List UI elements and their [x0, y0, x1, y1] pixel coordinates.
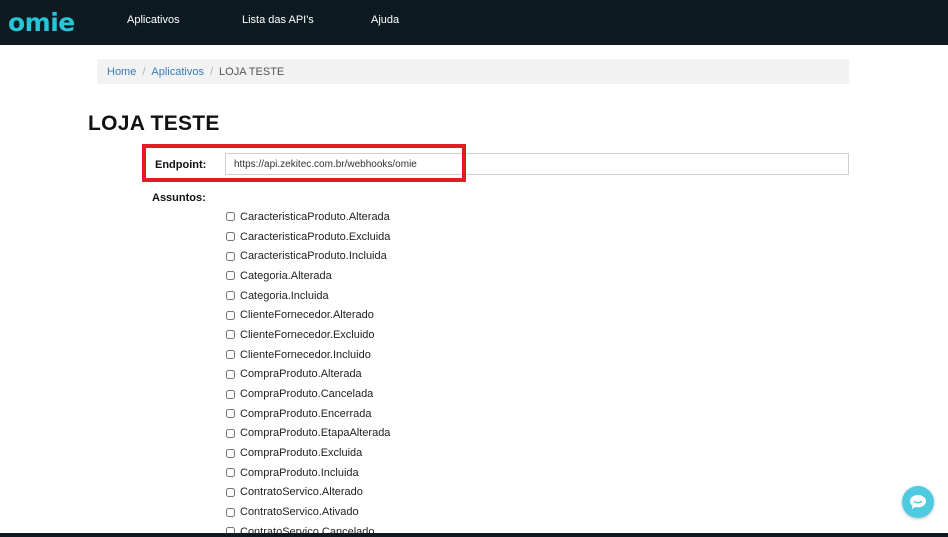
subject-checkbox[interactable]: [226, 487, 235, 497]
subject-checkbox[interactable]: [226, 507, 235, 517]
top-navbar: omie Aplicativos Lista das API's Ajuda: [0, 0, 948, 45]
subject-item[interactable]: ContratoServico.Ativado: [226, 502, 726, 522]
subject-label: CompraProduto.Encerrada: [240, 407, 372, 420]
subject-checkbox[interactable]: [226, 369, 235, 379]
assuntos-label: Assuntos:: [152, 192, 206, 204]
breadcrumb-current: LOJA TESTE: [219, 65, 285, 78]
subject-item[interactable]: ClienteFornecedor.Alterado: [226, 305, 726, 325]
omie-logo[interactable]: omie: [8, 8, 75, 37]
subject-label: CaracteristicaProduto.Alterada: [240, 210, 390, 223]
subject-label: ContratoServico.Ativado: [240, 506, 359, 519]
subject-checkbox[interactable]: [226, 428, 235, 438]
subject-list: CaracteristicaProduto.Alterada Caracteris…: [226, 207, 726, 533]
subject-label: ClienteFornecedor.Excluido: [240, 328, 375, 341]
subject-checkbox[interactable]: [226, 271, 235, 281]
subject-item[interactable]: Categoria.Alterada: [226, 266, 726, 286]
subject-label: Categoria.Alterada: [240, 269, 332, 282]
subject-label: CaracteristicaProduto.Excluida: [240, 230, 391, 243]
subject-checkbox[interactable]: [226, 232, 235, 242]
subject-checkbox[interactable]: [226, 212, 235, 222]
breadcrumb-aplicativos-link[interactable]: Aplicativos: [151, 66, 204, 78]
breadcrumb-separator: /: [142, 65, 146, 78]
subject-label: CompraProduto.EtapaAlterada: [240, 427, 391, 440]
subject-item[interactable]: CaracteristicaProduto.Excluida: [226, 227, 726, 247]
subject-item[interactable]: ContratoServico.Alterado: [226, 483, 726, 503]
subject-item[interactable]: CompraProduto.Alterada: [226, 365, 726, 385]
subject-item[interactable]: ClienteFornecedor.Incluido: [226, 345, 726, 365]
chat-button[interactable]: [902, 486, 934, 518]
breadcrumb-separator: /: [209, 65, 214, 78]
nav-item-ajuda[interactable]: Ajuda: [371, 14, 399, 26]
subject-item[interactable]: CompraProduto.Cancelada: [226, 384, 726, 404]
subject-checkbox[interactable]: [226, 330, 235, 340]
nav-item-lista-apis[interactable]: Lista das API's: [242, 14, 314, 26]
subject-item[interactable]: CompraProduto.EtapaAlterada: [226, 424, 726, 444]
subject-checkbox[interactable]: [226, 310, 235, 320]
subject-item[interactable]: ContratoServico.Cancelado: [226, 522, 726, 533]
endpoint-input[interactable]: [225, 153, 849, 175]
subject-label: ClienteFornecedor.Incluido: [240, 348, 371, 361]
subject-label: ClienteFornecedor.Alterado: [240, 309, 374, 322]
subject-item[interactable]: CompraProduto.Encerrada: [226, 404, 726, 424]
page-title: LOJA TESTE: [88, 112, 220, 135]
subject-item[interactable]: Categoria.Incluida: [226, 286, 726, 306]
subject-label: CaracteristicaProduto.Incluida: [240, 250, 387, 263]
subject-checkbox[interactable]: [226, 389, 235, 399]
subject-label: ContratoServico.Alterado: [240, 486, 363, 499]
subject-item[interactable]: ClienteFornecedor.Excluido: [226, 325, 726, 345]
endpoint-label: Endpoint:: [155, 159, 207, 171]
subject-label: CompraProduto.Alterada: [240, 368, 362, 381]
subject-item[interactable]: CaracteristicaProduto.Incluida: [226, 246, 726, 266]
subject-checkbox[interactable]: [226, 251, 235, 261]
subject-label: Categoria.Incluida: [240, 289, 329, 302]
subject-item[interactable]: CompraProduto.Excluida: [226, 443, 726, 463]
subject-label: CompraProduto.Cancelada: [240, 388, 374, 401]
subject-checkbox[interactable]: [226, 350, 235, 360]
breadcrumb-home-link[interactable]: Home: [107, 66, 136, 78]
subject-label: CompraProduto.Incluida: [240, 466, 359, 479]
subject-checkbox[interactable]: [226, 291, 235, 301]
subject-item[interactable]: CompraProduto.Incluida: [226, 463, 726, 483]
subject-label: CompraProduto.Excluida: [240, 447, 363, 460]
subject-label: ContratoServico.Cancelado: [240, 525, 375, 533]
subject-checkbox[interactable]: [226, 448, 235, 458]
subject-checkbox[interactable]: [226, 468, 235, 478]
nav-item-aplicativos[interactable]: Aplicativos: [127, 14, 180, 26]
chat-bubble-icon: [910, 495, 926, 509]
subject-checkbox[interactable]: [226, 409, 235, 419]
breadcrumb: Home / Aplicativos / LOJA TESTE: [97, 59, 849, 84]
bottom-dock-edge: [0, 533, 948, 537]
subject-item[interactable]: CaracteristicaProduto.Alterada: [226, 207, 726, 227]
